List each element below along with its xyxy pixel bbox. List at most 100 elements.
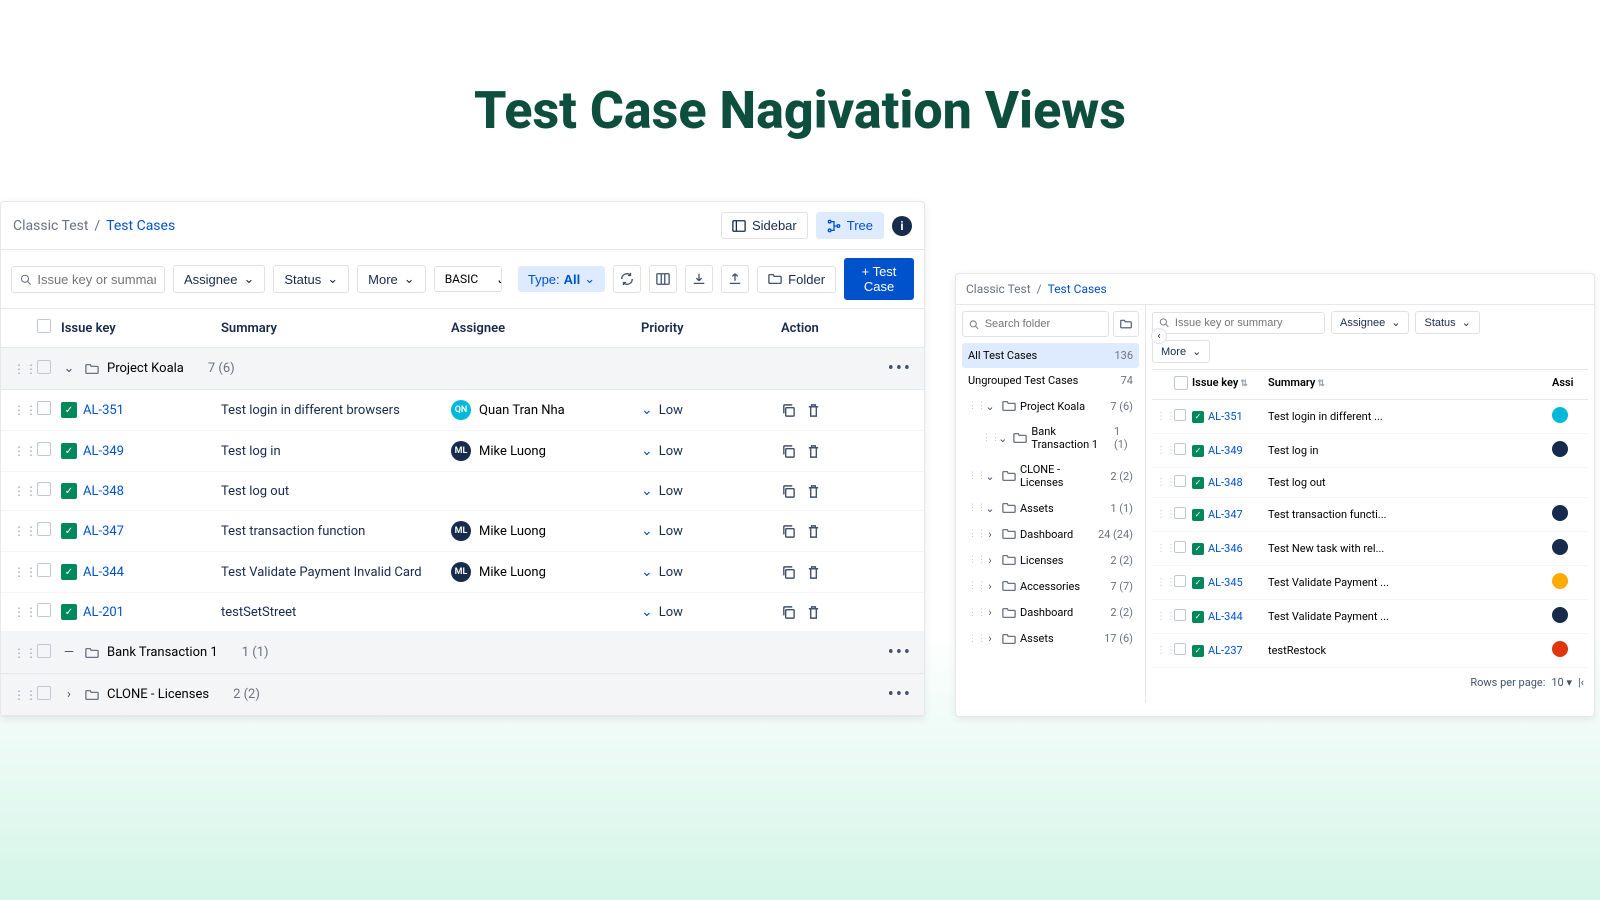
collapse-tree-button[interactable]: ‹ [1151, 328, 1167, 344]
download-button[interactable] [685, 265, 713, 293]
drag-handle-icon[interactable]: ⋮⋮ [982, 433, 992, 443]
tree-folder-item[interactable]: ⋮⋮⌄Bank Transaction 11 (1) [962, 419, 1139, 457]
col-priority[interactable]: Priority [641, 321, 781, 336]
list-item[interactable]: ⋮⋮ ✓AL-349 Test log in [1152, 434, 1588, 468]
chevron-down-icon[interactable]: ⌄ [982, 400, 998, 413]
row-checkbox[interactable] [37, 522, 51, 536]
tree-folder-item[interactable]: ⋮⋮⌄Assets1 (1) [962, 495, 1139, 521]
drag-handle-icon[interactable]: ⋮⋮ [13, 605, 37, 619]
tree-folder-item[interactable]: ⋮⋮›Assets17 (6) [962, 626, 1139, 652]
assignee-filter[interactable]: Assignee ⌄ [173, 265, 265, 293]
drag-handle-icon[interactable]: ⋮⋮ [968, 529, 978, 539]
sidebar-view-button[interactable]: Sidebar [721, 212, 808, 239]
drag-handle-icon[interactable]: ⋮⋮ [13, 362, 37, 376]
drag-handle-icon[interactable]: ⋮⋮ [968, 401, 978, 411]
more-filter[interactable]: More ⌄ [357, 265, 426, 293]
breadcrumb-project[interactable]: Classic Test [966, 282, 1031, 296]
row-checkbox[interactable] [37, 442, 51, 456]
folder-button[interactable]: Folder [757, 266, 836, 293]
chevron-right-icon[interactable]: › [982, 528, 998, 541]
drag-handle-icon[interactable]: ⋮⋮ [13, 688, 37, 702]
chevron-right-icon[interactable]: › [982, 580, 998, 593]
issue-key-link[interactable]: AL-348 [83, 484, 124, 499]
status-filter[interactable]: Status ⌄ [1415, 311, 1479, 334]
drag-handle-icon[interactable]: ⋮⋮ [1156, 611, 1174, 622]
drag-handle-icon[interactable]: ⋮⋮ [1156, 509, 1174, 520]
drag-handle-icon[interactable]: ⋮⋮ [13, 484, 37, 498]
table-row[interactable]: ⋮⋮ ✓AL-349 Test log in MLMike Luong ⌄Low [1, 431, 924, 472]
copy-button[interactable] [781, 402, 796, 417]
issue-key-link[interactable]: AL-344 [83, 565, 124, 580]
group-checkbox[interactable] [37, 644, 51, 658]
issue-key-link[interactable]: AL-347 [1208, 508, 1243, 521]
copy-button[interactable] [781, 564, 796, 579]
select-all-checkbox[interactable] [37, 319, 51, 333]
drag-handle-icon[interactable]: ⋮⋮ [1156, 411, 1174, 422]
select-all-checkbox[interactable] [1174, 376, 1188, 390]
chevron-right-icon[interactable]: › [982, 632, 998, 645]
assignee-filter[interactable]: Assignee ⌄ [1331, 311, 1409, 334]
issue-key-link[interactable]: AL-348 [1208, 476, 1243, 489]
col-issue-key[interactable]: Issue key [61, 321, 221, 336]
search-input[interactable] [1152, 312, 1325, 334]
row-checkbox[interactable] [37, 603, 51, 617]
tree-folder-item[interactable]: ⋮⋮›Accessories7 (7) [962, 573, 1139, 599]
issue-key-link[interactable]: AL-346 [1208, 542, 1243, 555]
delete-button[interactable] [806, 483, 821, 498]
drag-handle-icon[interactable]: ⋮⋮ [1156, 645, 1174, 656]
copy-button[interactable] [781, 523, 796, 538]
issue-key-link[interactable]: AL-345 [1208, 576, 1243, 589]
row-checkbox[interactable] [1174, 475, 1186, 487]
table-row[interactable]: ⋮⋮ ✓AL-201 testSetStreet ⌄Low [1, 593, 924, 632]
more-actions-icon[interactable]: ••• [888, 358, 912, 379]
jql-mode[interactable]: JQL [488, 267, 502, 291]
row-checkbox[interactable] [1174, 443, 1186, 455]
issue-key-link[interactable]: AL-344 [1208, 610, 1243, 623]
row-checkbox[interactable] [1174, 643, 1186, 655]
folder-search-input[interactable] [962, 311, 1109, 337]
more-actions-icon[interactable]: ••• [888, 642, 912, 663]
col-assignee[interactable]: Assi [1552, 376, 1584, 393]
list-item[interactable]: ⋮⋮ ✓AL-348 Test log out [1152, 468, 1588, 498]
list-item[interactable]: ⋮⋮ ✓AL-351 Test login in different ... [1152, 400, 1588, 434]
drag-handle-icon[interactable]: ⋮⋮ [13, 646, 37, 660]
drag-handle-icon[interactable]: ⋮⋮ [1156, 477, 1174, 488]
col-issue-key[interactable]: Issue key⇅ [1192, 376, 1268, 393]
chevron-down-icon[interactable]: ⌄ [982, 502, 998, 515]
copy-button[interactable] [781, 443, 796, 458]
add-folder-button[interactable] [1113, 311, 1139, 337]
row-checkbox[interactable] [1174, 575, 1186, 587]
folder-group[interactable]: ⋮⋮ — Bank Transaction 1 1 (1) ••• [1, 632, 924, 674]
drag-handle-icon[interactable]: ⋮⋮ [13, 565, 37, 579]
basic-mode[interactable]: BASIC [435, 267, 489, 291]
row-checkbox[interactable] [1174, 409, 1186, 421]
breadcrumb-current[interactable]: Test Cases [106, 218, 175, 234]
tree-view-button[interactable]: Tree [816, 212, 884, 239]
drag-handle-icon[interactable]: ⋮⋮ [13, 403, 37, 417]
issue-key-link[interactable]: AL-349 [1208, 444, 1243, 457]
folder-group[interactable]: ⋮⋮ › CLONE - Licenses 2 (2) ••• [1, 674, 924, 716]
chevron-down-icon[interactable]: ⌄ [982, 470, 998, 483]
row-checkbox[interactable] [1174, 609, 1186, 621]
delete-button[interactable] [806, 523, 821, 538]
col-summary[interactable]: Summary⇅ [1268, 376, 1552, 393]
chevron-down-icon[interactable]: ⌄ [996, 432, 1009, 445]
table-row[interactable]: ⋮⋮ ✓AL-348 Test log out ⌄Low [1, 472, 924, 511]
rows-per-page-value[interactable]: 10 ▾ [1551, 676, 1572, 689]
chevron-right-icon[interactable]: › [61, 687, 77, 702]
row-checkbox[interactable] [1174, 507, 1186, 519]
drag-handle-icon[interactable]: ⋮⋮ [13, 444, 37, 458]
type-filter[interactable]: Type: All ⌄ [518, 266, 605, 292]
tree-ungrouped[interactable]: Ungrouped Test Cases74 [962, 368, 1139, 393]
issue-key-link[interactable]: AL-349 [83, 444, 124, 459]
pager-first[interactable]: |‹ [1578, 676, 1584, 689]
drag-handle-icon[interactable]: ⋮⋮ [13, 524, 37, 538]
delete-button[interactable] [806, 564, 821, 579]
col-summary[interactable]: Summary [221, 321, 451, 336]
drag-handle-icon[interactable]: ⋮⋮ [968, 503, 978, 513]
issue-key-link[interactable]: AL-347 [83, 524, 124, 539]
row-checkbox[interactable] [37, 401, 51, 415]
chevron-down-icon[interactable]: ⌄ [61, 361, 77, 376]
tree-folder-item[interactable]: ⋮⋮⌄Project Koala7 (6) [962, 393, 1139, 419]
list-item[interactable]: ⋮⋮ ✓AL-347 Test transaction functi... [1152, 498, 1588, 532]
